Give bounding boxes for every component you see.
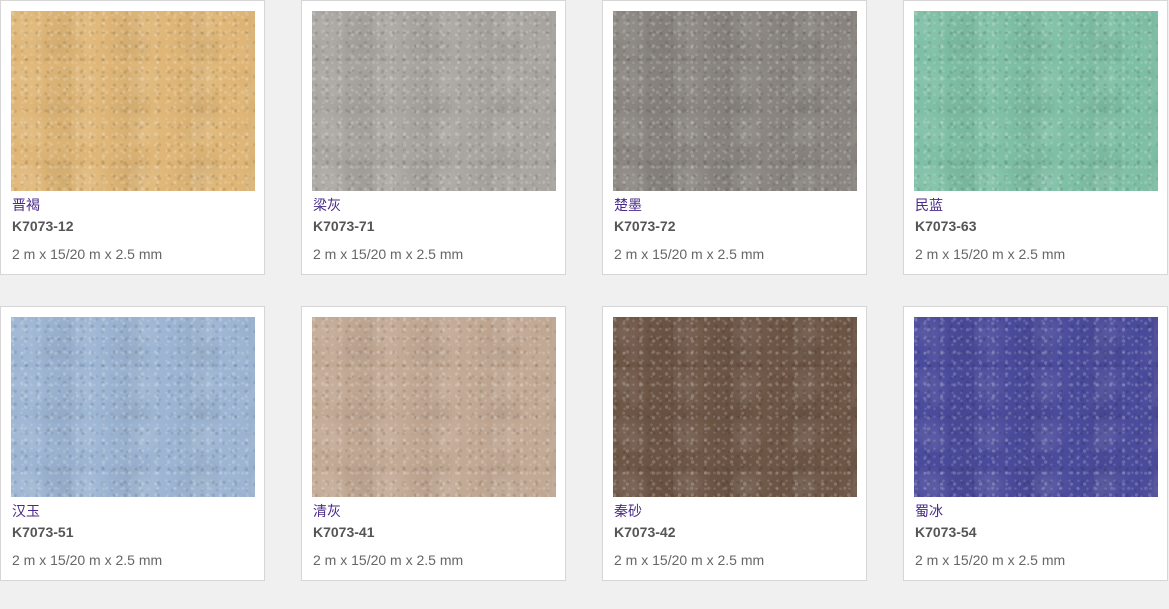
product-name[interactable]: 晋褐 <box>12 196 40 214</box>
product-size: 2 m x 15/20 m x 2.5 mm <box>614 552 765 568</box>
product-code: K7073-71 <box>313 218 375 234</box>
product-code: K7073-54 <box>915 524 977 540</box>
product-card[interactable]: 蜀冰 K7073-54 2 m x 15/20 m x 2.5 mm <box>903 306 1168 581</box>
product-code: K7073-41 <box>313 524 375 540</box>
product-grid: 晋褐 K7073-12 2 m x 15/20 m x 2.5 mm 梁灰 K7… <box>0 0 1169 609</box>
product-name[interactable]: 梁灰 <box>313 196 341 214</box>
product-card[interactable]: 汉玉 K7073-51 2 m x 15/20 m x 2.5 mm <box>0 306 265 581</box>
product-code: K7073-12 <box>12 218 74 234</box>
product-card[interactable]: 民蓝 K7073-63 2 m x 15/20 m x 2.5 mm <box>903 0 1168 275</box>
product-code: K7073-42 <box>614 524 676 540</box>
product-size: 2 m x 15/20 m x 2.5 mm <box>915 246 1066 262</box>
product-swatch-image[interactable] <box>312 11 556 191</box>
product-name[interactable]: 汉玉 <box>12 502 40 520</box>
product-card[interactable]: 梁灰 K7073-71 2 m x 15/20 m x 2.5 mm <box>301 0 566 275</box>
product-swatch-image[interactable] <box>312 317 556 497</box>
product-card[interactable]: 清灰 K7073-41 2 m x 15/20 m x 2.5 mm <box>301 306 566 581</box>
product-size: 2 m x 15/20 m x 2.5 mm <box>915 552 1066 568</box>
product-swatch-image[interactable] <box>613 317 857 497</box>
product-name[interactable]: 秦砂 <box>614 502 642 520</box>
product-card[interactable]: 秦砂 K7073-42 2 m x 15/20 m x 2.5 mm <box>602 306 867 581</box>
product-swatch-image[interactable] <box>11 317 255 497</box>
product-card[interactable]: 晋褐 K7073-12 2 m x 15/20 m x 2.5 mm <box>0 0 265 275</box>
product-size: 2 m x 15/20 m x 2.5 mm <box>313 246 464 262</box>
product-name[interactable]: 民蓝 <box>915 196 943 214</box>
product-name[interactable]: 清灰 <box>313 502 341 520</box>
product-card[interactable]: 楚墨 K7073-72 2 m x 15/20 m x 2.5 mm <box>602 0 867 275</box>
product-size: 2 m x 15/20 m x 2.5 mm <box>12 552 163 568</box>
product-size: 2 m x 15/20 m x 2.5 mm <box>614 246 765 262</box>
product-swatch-image[interactable] <box>914 317 1158 497</box>
product-name[interactable]: 蜀冰 <box>915 502 943 520</box>
product-code: K7073-63 <box>915 218 977 234</box>
product-size: 2 m x 15/20 m x 2.5 mm <box>12 246 163 262</box>
product-code: K7073-51 <box>12 524 74 540</box>
product-name[interactable]: 楚墨 <box>614 196 642 214</box>
product-swatch-image[interactable] <box>11 11 255 191</box>
product-swatch-image[interactable] <box>613 11 857 191</box>
product-size: 2 m x 15/20 m x 2.5 mm <box>313 552 464 568</box>
product-code: K7073-72 <box>614 218 676 234</box>
product-swatch-image[interactable] <box>914 11 1158 191</box>
